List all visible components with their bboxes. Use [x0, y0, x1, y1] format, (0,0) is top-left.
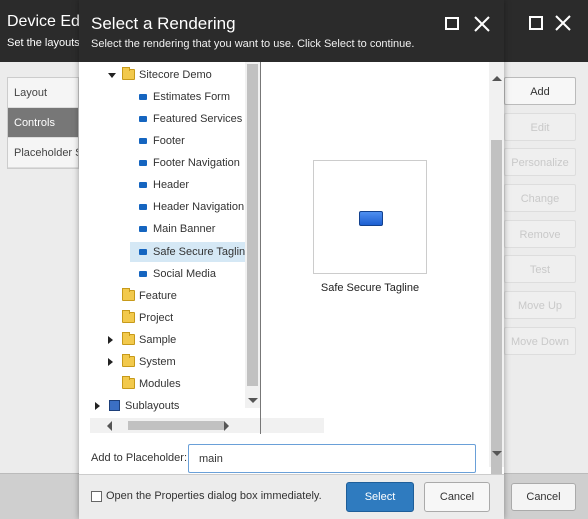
rendering-icon	[139, 160, 147, 167]
move-up-button[interactable]: Move Up	[504, 291, 576, 320]
tree-item[interactable]: Feature	[90, 286, 245, 306]
tab-controls[interactable]: Controls	[8, 108, 78, 138]
test-button[interactable]: Test	[504, 255, 576, 284]
rendering-icon	[139, 204, 147, 211]
tab-layout[interactable]: Layout	[8, 78, 78, 108]
folder-icon	[122, 287, 135, 301]
rendering-icon	[139, 270, 147, 277]
device-editor-action-buttons: Add Edit Personalize Change Remove Test …	[504, 77, 576, 363]
device-editor-cancel-button[interactable]: Cancel	[511, 483, 576, 511]
tree-item-label: Social Media	[153, 267, 216, 280]
tree-item[interactable]: System	[90, 352, 245, 372]
tree-item[interactable]: Estimates Form	[90, 87, 245, 107]
tree-item[interactable]: Footer	[90, 131, 245, 151]
sublayout-icon	[109, 400, 120, 412]
rendering-tree: Sitecore Demo Estimates Form Featured Serv…	[90, 62, 245, 418]
tree-horizontal-scrollbar[interactable]	[90, 418, 324, 433]
dialog-vertical-scrollbar[interactable]	[489, 62, 504, 510]
maximize-icon[interactable]	[445, 17, 459, 30]
folder-icon	[122, 353, 135, 367]
device-editor-window-controls	[529, 15, 571, 31]
dialog-subtitle: Select the rendering that you want to us…	[91, 38, 415, 50]
close-icon	[555, 15, 571, 31]
rendering-icon	[139, 248, 147, 255]
rendering-icon	[139, 182, 147, 189]
chevron-up-icon[interactable]	[492, 76, 502, 81]
tree-vertical-scroll-thumb[interactable]	[247, 64, 258, 386]
tree-item-label: Sublayouts	[125, 400, 180, 413]
tree-item-label: Project	[139, 311, 174, 324]
tree-item[interactable]: Social Media	[90, 264, 245, 284]
tree-vertical-scrollbar[interactable]	[245, 62, 260, 408]
chevron-down-icon[interactable]	[492, 451, 502, 456]
chevron-left-icon[interactable]	[107, 421, 112, 431]
folder-icon	[122, 309, 135, 323]
tree-item[interactable]: Project	[90, 308, 245, 328]
change-button[interactable]: Change	[504, 184, 576, 213]
folder-icon	[122, 67, 135, 80]
folder-icon	[122, 375, 135, 389]
close-icon[interactable]	[472, 14, 492, 34]
dialog-title: Select a Rendering	[91, 14, 236, 33]
tree-item-label: Sitecore Demo	[139, 69, 212, 81]
folder-icon	[122, 331, 135, 345]
dialog-header: Select a Rendering Select the rendering …	[79, 0, 504, 62]
cancel-button[interactable]: Cancel	[424, 482, 490, 512]
tree-item-label: Header	[153, 179, 190, 192]
tree-item[interactable]: Main Banner	[90, 219, 245, 239]
tree-item-label: Safe Secure Tagline	[153, 245, 245, 258]
tree-item-label: Modules	[139, 377, 181, 390]
device-editor-tabs: Layout Controls Placeholder Settings	[7, 77, 79, 169]
rendering-icon	[139, 116, 147, 123]
tree-item-label: Header Navigation	[153, 201, 245, 214]
chevron-right-icon[interactable]	[224, 421, 229, 431]
tree-item[interactable]: Sitecore Demo	[90, 65, 245, 85]
edit-button[interactable]: Edit	[504, 112, 576, 141]
tree-item-label: Feature	[139, 289, 177, 302]
device-editor-title: Device Editor	[7, 13, 79, 30]
select-button[interactable]: Select	[346, 482, 414, 512]
tree-item[interactable]: Sample	[90, 330, 245, 350]
expand-arrow-icon[interactable]	[108, 357, 113, 366]
device-editor-subtitle: Set the layouts, controls and placeholde…	[7, 37, 79, 49]
maximize-icon	[529, 16, 543, 30]
rendering-icon	[139, 138, 147, 145]
add-button[interactable]: Add	[504, 77, 576, 105]
rendering-preview-label: Safe Secure Tagline	[320, 282, 420, 294]
collapse-arrow-icon[interactable]	[108, 73, 116, 78]
tree-item[interactable]: Safe Secure Tagline	[130, 241, 245, 262]
expand-arrow-icon[interactable]	[95, 402, 100, 411]
placeholder-input[interactable]	[188, 444, 476, 473]
tree-horizontal-scroll-thumb[interactable]	[128, 421, 224, 430]
tree-item[interactable]: Footer Navigation	[90, 153, 245, 173]
tree-item[interactable]: Modules	[90, 374, 245, 394]
open-properties-label: Open the Properties dialog box immediate…	[106, 490, 322, 502]
rendering-icon	[139, 226, 147, 233]
rendering-icon	[139, 94, 147, 101]
chevron-down-icon[interactable]	[248, 398, 258, 403]
rendering-preview[interactable]	[313, 160, 427, 274]
tree-item-label: Footer	[153, 135, 185, 148]
tree-item-label: Estimates Form	[153, 91, 231, 104]
tree-item-label: System	[139, 355, 176, 368]
tree-item[interactable]: Featured Services	[90, 109, 245, 129]
placeholder-label: Add to Placeholder:	[91, 452, 188, 464]
move-down-button[interactable]: Move Down	[504, 326, 576, 355]
tree-item-label: Featured Services	[153, 113, 243, 126]
tree-item-label: Footer Navigation	[153, 157, 240, 170]
tree-item-label: Sample	[139, 333, 177, 346]
remove-button[interactable]: Remove	[504, 219, 576, 248]
tree-item[interactable]: Sublayouts	[90, 396, 245, 416]
tree-item-label: Main Banner	[153, 223, 216, 236]
tree-item[interactable]: Header Navigation	[90, 197, 245, 217]
tab-placeholder-settings[interactable]: Placeholder Settings	[8, 138, 78, 168]
personalize-button[interactable]: Personalize	[504, 148, 576, 177]
tree-divider	[260, 62, 261, 434]
tree-item[interactable]: Header	[90, 175, 245, 195]
open-properties-checkbox[interactable]	[91, 491, 102, 502]
rendering-icon	[359, 211, 383, 226]
expand-arrow-icon[interactable]	[108, 335, 113, 344]
